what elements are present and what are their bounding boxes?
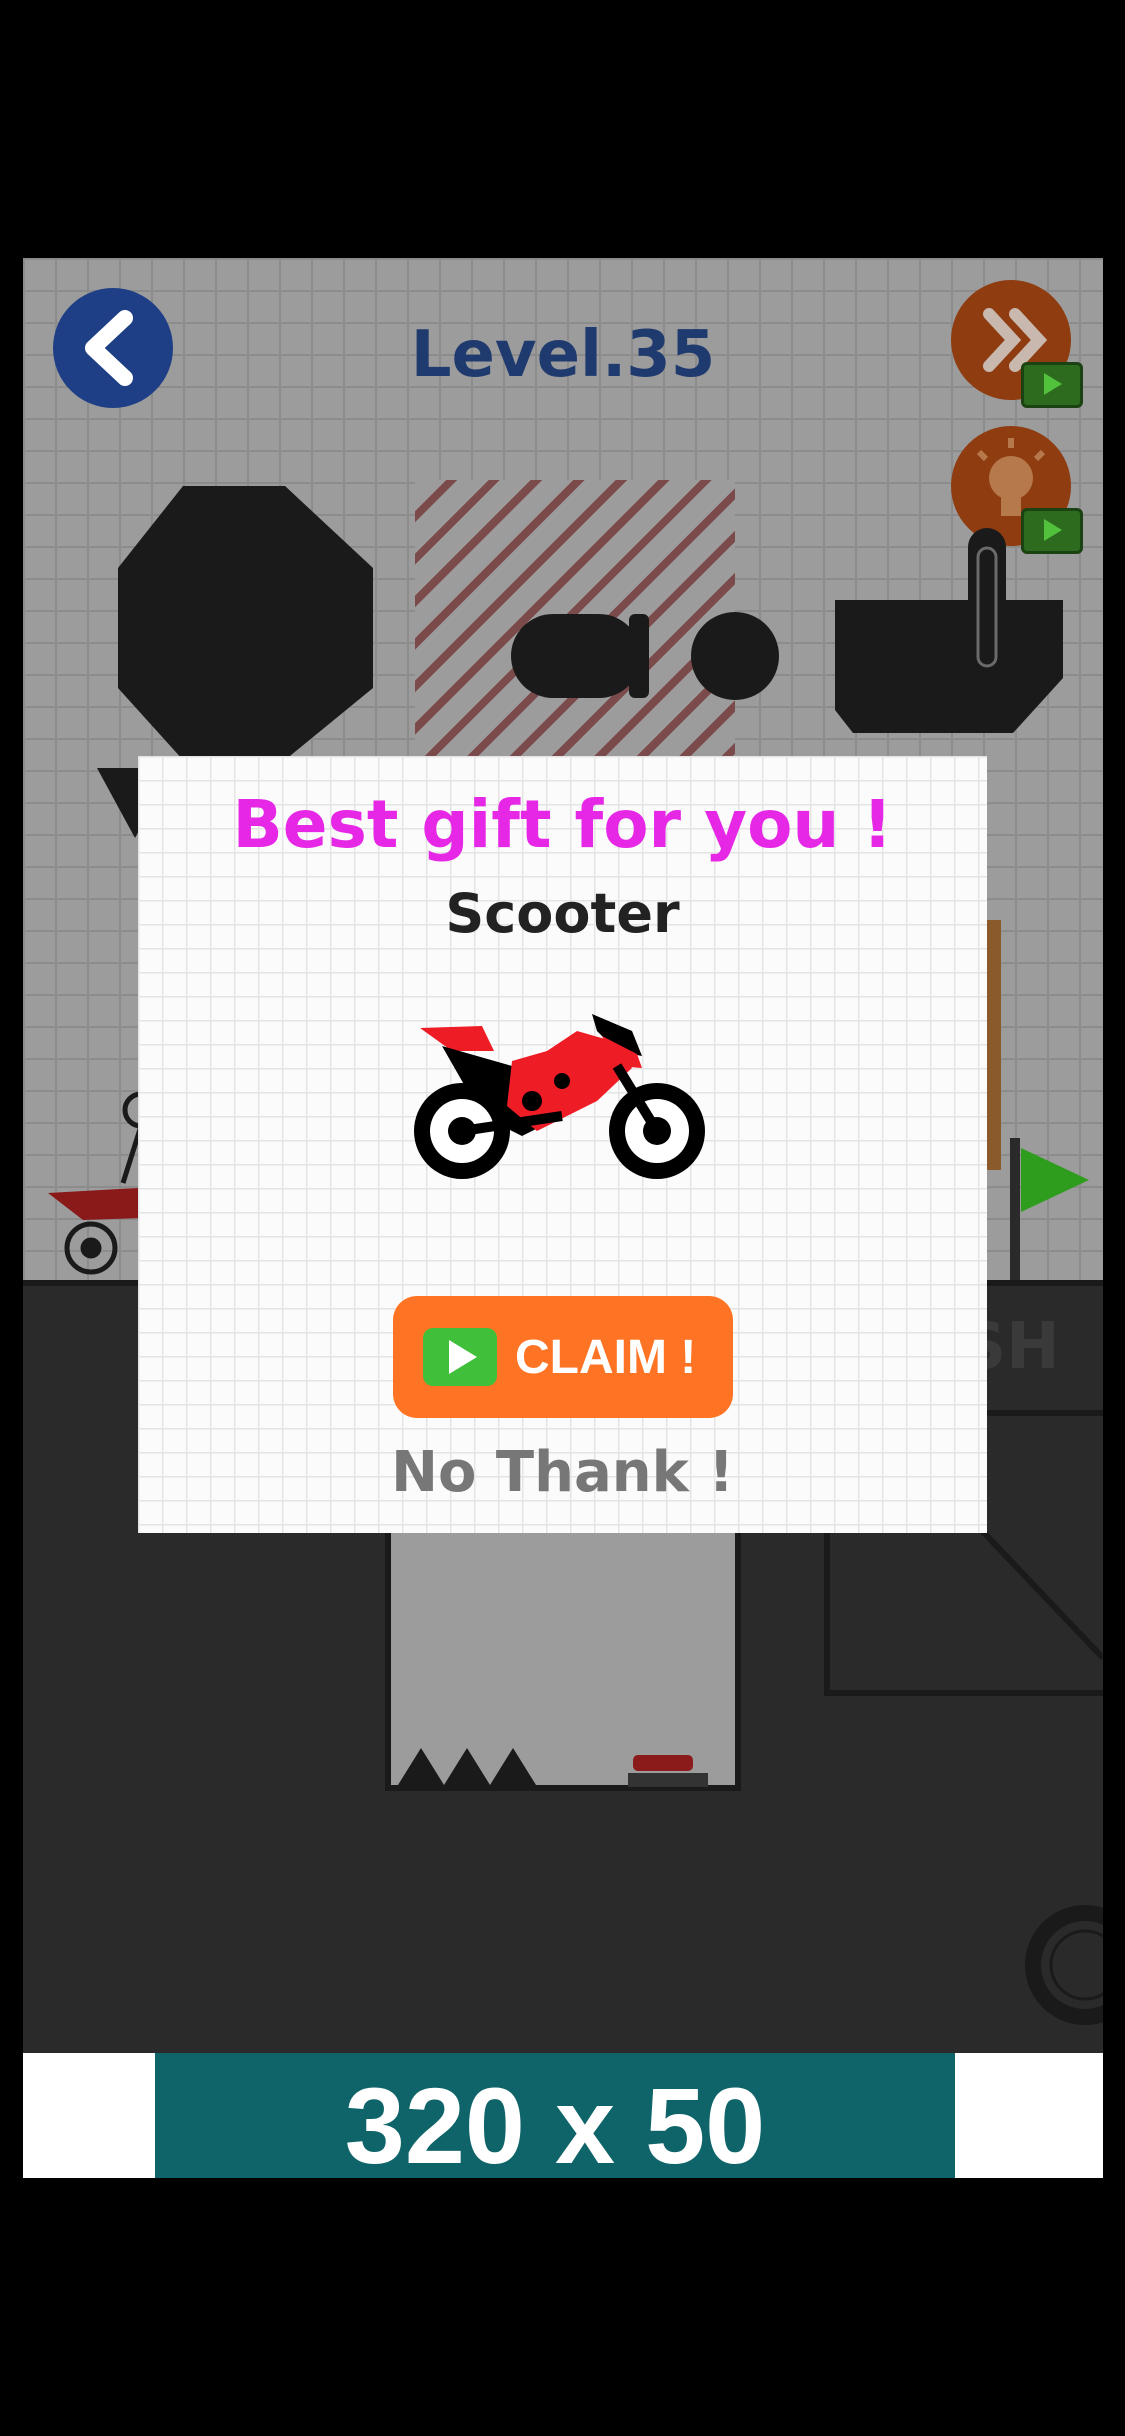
flag xyxy=(1021,1148,1089,1212)
motorcycle-icon xyxy=(414,1014,705,1179)
ball-shape xyxy=(691,612,779,700)
gift-item-name: Scooter xyxy=(445,882,680,945)
octagon-block xyxy=(118,486,373,760)
play-video-icon xyxy=(423,1328,497,1386)
decline-link[interactable]: No Thank ! xyxy=(138,1440,987,1505)
claim-button[interactable]: CLAIM ! xyxy=(393,1296,733,1418)
ad-banner[interactable]: 320 x 50 xyxy=(23,2053,1103,2186)
wheel xyxy=(1025,1905,1103,2025)
hair-dryer-shape xyxy=(835,600,1063,733)
bullet-shape xyxy=(511,614,641,698)
wooden-plank xyxy=(987,920,1001,1170)
claim-button-label: CLAIM ! xyxy=(515,1331,697,1384)
ad-banner-text: 320 x 50 xyxy=(344,2065,766,2186)
ad-banner-content[interactable]: 320 x 50 xyxy=(155,2053,955,2186)
gift-popup: Best gift for you ! Scooter CLAIM ! No T… xyxy=(138,756,987,1533)
popup-title: Best gift for you ! xyxy=(232,786,893,863)
